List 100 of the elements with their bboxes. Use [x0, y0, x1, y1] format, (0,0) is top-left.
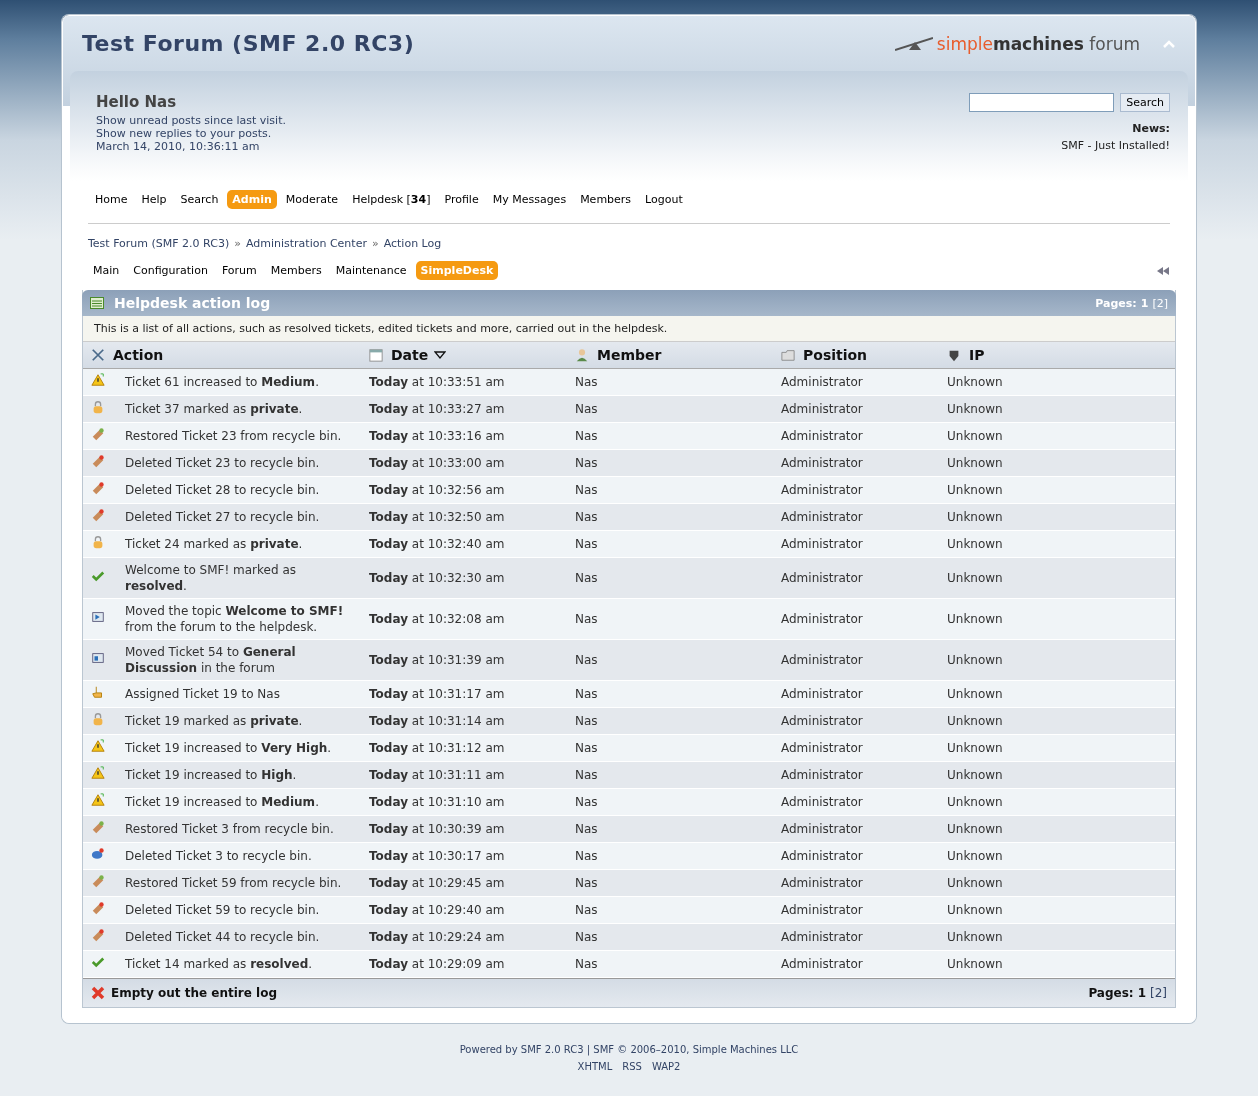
position-cell: Administrator [773, 395, 939, 423]
empty-log-link[interactable]: Empty out the entire log [111, 986, 278, 1000]
ip-cell: Unknown [939, 869, 1175, 897]
breadcrumb-link[interactable]: Administration Center [245, 237, 367, 250]
ip-cell: Unknown [939, 896, 1175, 924]
menu-item[interactable]: Help [136, 190, 172, 209]
action-cell: Ticket 24 marked as private. [117, 530, 361, 558]
ticket-icon [91, 508, 105, 522]
admin-tab[interactable]: Maintenance [330, 261, 412, 280]
date-cell: Today at 10:32:50 am [361, 503, 567, 531]
ip-cell: Unknown [939, 815, 1175, 843]
page-link[interactable]: [2] [1150, 986, 1167, 1000]
news-label: News: [1132, 122, 1170, 135]
position-cell: Administrator [773, 707, 939, 735]
menu-item[interactable]: Helpdesk [34] [347, 190, 436, 209]
footer-link[interactable]: RSS [622, 1058, 642, 1075]
member-cell: Nas [567, 557, 773, 599]
ip-cell: Unknown [939, 422, 1175, 450]
search-button[interactable]: Search [1120, 93, 1170, 112]
window-icon [91, 610, 105, 624]
column-header[interactable]: IP [969, 347, 985, 363]
copyright-text: Powered by SMF 2.0 RC3 | SMF © 2006–2010, Simple Machines LLC [458, 1043, 800, 1058]
position-cell: Administrator [773, 422, 939, 450]
user-link[interactable]: Show unread posts since last visit. [96, 114, 286, 127]
ip-cell: Unknown [939, 598, 1175, 640]
action-cell: Restored Ticket 3 from recycle bin. [117, 815, 361, 843]
collapse-menu-icon[interactable] [1156, 265, 1170, 276]
close-icon [91, 986, 105, 1000]
column-header[interactable]: Action [113, 347, 164, 363]
ip-cell: Unknown [939, 449, 1175, 477]
column-header[interactable]: Member [597, 347, 662, 363]
action-cell: Deleted Ticket 44 to recycle bin. [117, 923, 361, 951]
lock-icon [91, 400, 105, 414]
warning-icon [91, 766, 105, 780]
admin-tab[interactable]: Configuration [128, 261, 213, 280]
member-cell: Nas [567, 530, 773, 558]
admin-tab[interactable]: Members [265, 261, 327, 280]
date-cell: Today at 10:31:14 am [361, 707, 567, 735]
lock-icon [91, 712, 105, 726]
hand-icon [91, 685, 105, 699]
position-cell: Administrator [773, 639, 939, 681]
date-cell: Today at 10:32:40 am [361, 530, 567, 558]
member-cell: Nas [567, 680, 773, 708]
greeting: Hello Nas [96, 93, 178, 111]
ip-cell: Unknown [939, 368, 1175, 396]
menu-item[interactable]: Moderate [280, 190, 344, 209]
page-link[interactable]: 1 [1137, 986, 1146, 1000]
logo-text: simplemachines forum [936, 33, 1140, 54]
date-cell: Today at 10:32:30 am [361, 557, 567, 599]
person-icon [575, 348, 589, 362]
folder-icon [781, 348, 795, 362]
member-cell: Nas [567, 896, 773, 924]
user-link[interactable]: Show new replies to your posts. [96, 127, 286, 140]
action-cell: Ticket 19 marked as private. [117, 707, 361, 735]
member-cell: Nas [567, 788, 773, 816]
ticket-icon [91, 481, 105, 495]
breadcrumb-link[interactable]: Test Forum (SMF 2.0 RC3) [88, 237, 230, 250]
list-icon [90, 297, 104, 309]
ip-cell: Unknown [939, 503, 1175, 531]
menu-item[interactable]: Profile [439, 190, 484, 209]
ticket-icon [91, 874, 105, 888]
column-header[interactable]: Date [391, 347, 447, 363]
action-cell: Ticket 37 marked as private. [117, 395, 361, 423]
breadcrumb-link[interactable]: Action Log [383, 237, 442, 250]
action-cell: Restored Ticket 23 from recycle bin. [117, 422, 361, 450]
footer-link[interactable]: XHTML [577, 1058, 613, 1075]
date-cell: Today at 10:29:45 am [361, 869, 567, 897]
calendar-icon [369, 348, 383, 362]
ip-cell: Unknown [939, 842, 1175, 870]
admin-tab[interactable]: Main [88, 261, 125, 280]
menu-item[interactable]: My Messages [487, 190, 572, 209]
ip-cell: Unknown [939, 476, 1175, 504]
position-cell: Administrator [773, 368, 939, 396]
current-date: March 14, 2010, 10:36:11 am [96, 140, 261, 153]
breadcrumb-separator: » [371, 237, 379, 250]
ip-cell: Unknown [939, 557, 1175, 599]
ticket-icon [91, 928, 105, 942]
news-text: SMF - Just Installed! [1061, 139, 1170, 152]
menu-item[interactable]: Home [90, 190, 133, 209]
menu-item[interactable]: Members [575, 190, 637, 209]
warning-icon [91, 793, 105, 807]
date-cell: Today at 10:33:00 am [361, 449, 567, 477]
date-cell: Today at 10:30:39 am [361, 815, 567, 843]
action-cell: Ticket 19 increased to Very High. [117, 734, 361, 762]
search-field[interactable] [969, 93, 1115, 112]
pages-label: Pages: [1095, 296, 1137, 310]
date-cell: Today at 10:29:24 am [361, 923, 567, 951]
date-cell: Today at 10:29:09 am [361, 950, 567, 978]
member-cell: Nas [567, 761, 773, 789]
menu-item[interactable]: Search [175, 190, 224, 209]
menu-item[interactable]: Logout [640, 190, 688, 209]
admin-tab[interactable]: Forum [216, 261, 262, 280]
member-cell: Nas [567, 923, 773, 951]
member-cell: Nas [567, 476, 773, 504]
footer-link[interactable]: WAP2 [651, 1058, 681, 1075]
date-cell: Today at 10:32:08 am [361, 598, 567, 640]
position-cell: Administrator [773, 680, 939, 708]
action-cell: Moved the topic Welcome to SMF! from the forum to the helpdesk. [117, 598, 361, 640]
ip-cell: Unknown [939, 761, 1175, 789]
member-cell: Nas [567, 639, 773, 681]
